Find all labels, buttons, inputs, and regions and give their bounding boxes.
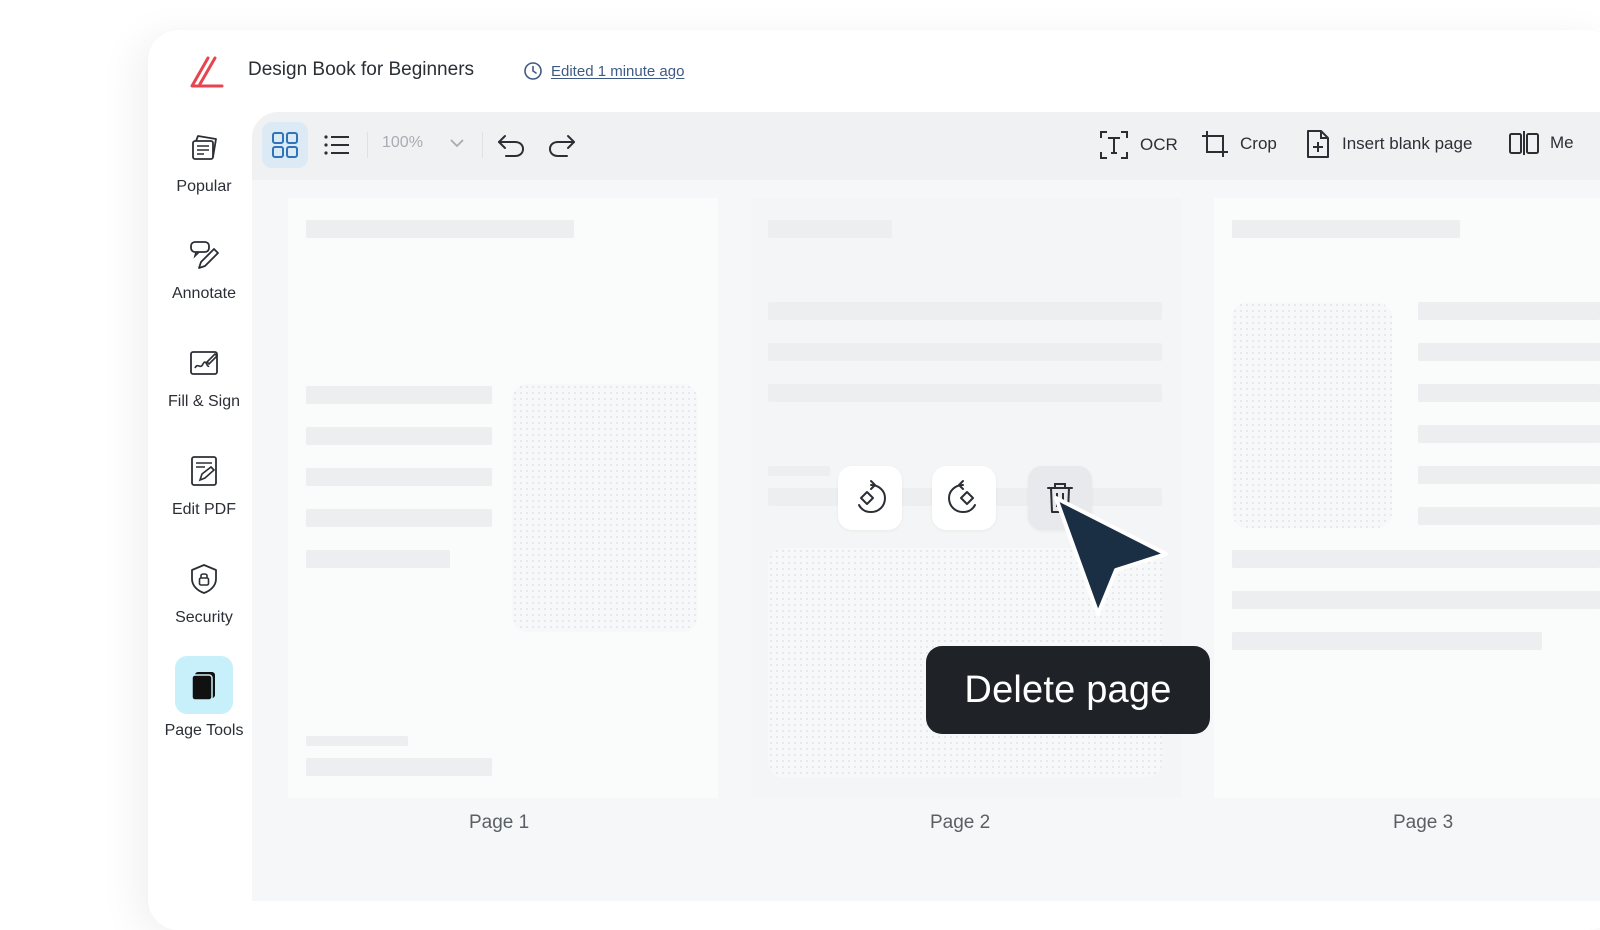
grid-view-button[interactable] xyxy=(262,122,308,168)
zoom-value: 100% xyxy=(382,134,423,151)
sidebar-item-label: Edit PDF xyxy=(171,501,236,518)
edited-link[interactable]: Edited 1 minute ago xyxy=(551,63,684,80)
toolbar-divider xyxy=(482,132,483,158)
popular-icon xyxy=(184,128,224,168)
fill-sign-icon xyxy=(184,343,224,383)
sidebar-item-security[interactable]: Security xyxy=(150,559,258,627)
toolbar-divider xyxy=(367,132,368,158)
merge-pages-icon xyxy=(1509,131,1539,155)
sidebar-item-page-tools[interactable]: Page Tools xyxy=(150,656,258,740)
sidebar-item-label: Popular xyxy=(176,178,232,195)
redo-button[interactable] xyxy=(543,126,581,164)
page-label: Page 1 xyxy=(469,812,530,833)
merge-button[interactable]: Me xyxy=(1508,129,1574,157)
page-label: Page 2 xyxy=(930,812,991,833)
sidebar-item-popular[interactable]: Popular xyxy=(150,128,258,196)
rotate-left-button[interactable] xyxy=(838,466,902,530)
undo-icon xyxy=(498,135,525,157)
sidebar-item-fill-sign[interactable]: Fill & Sign xyxy=(150,343,258,411)
edit-pdf-icon xyxy=(184,451,224,491)
clock-icon xyxy=(524,62,542,80)
zoom-select[interactable]: 100% xyxy=(382,134,465,152)
delete-page-tooltip: Delete page xyxy=(926,646,1210,734)
mouse-pointer-icon xyxy=(1054,496,1168,616)
document-title[interactable]: Design Book for Beginners xyxy=(248,59,474,81)
page-thumbnail[interactable] xyxy=(1214,198,1600,798)
sidebar-item-label: Annotate xyxy=(171,285,237,302)
shield-lock-icon xyxy=(184,559,224,599)
page-thumbnail[interactable] xyxy=(288,198,718,798)
list-view-button[interactable] xyxy=(318,126,356,164)
merge-label: Me xyxy=(1550,133,1574,152)
sidebar-item-label: Security xyxy=(175,609,233,626)
crop-button[interactable]: Crop xyxy=(1200,129,1277,159)
rotate-left-icon xyxy=(858,480,887,514)
page-tools-icon xyxy=(175,656,233,714)
redo-icon xyxy=(548,135,575,157)
ocr-label: OCR xyxy=(1140,135,1178,154)
list-view-icon xyxy=(324,135,349,155)
crop-label: Crop xyxy=(1240,134,1277,153)
edit-status[interactable]: Edited 1 minute ago xyxy=(523,61,684,81)
rotate-right-button[interactable] xyxy=(932,466,996,530)
sidebar-item-label: Page Tools xyxy=(164,722,244,739)
brand-logo-icon[interactable] xyxy=(186,52,226,92)
insert-page-icon xyxy=(1307,130,1329,158)
grid-view-icon xyxy=(272,132,298,158)
crop-icon xyxy=(1202,131,1228,157)
sidebar-item-label: Fill & Sign xyxy=(167,393,241,410)
insert-blank-page-button[interactable]: Insert blank page xyxy=(1304,129,1472,159)
sidebar-item-edit-pdf[interactable]: Edit PDF xyxy=(150,451,258,519)
rotate-right-icon xyxy=(947,480,976,514)
page-label: Page 3 xyxy=(1393,812,1454,833)
insert-blank-label: Insert blank page xyxy=(1342,134,1473,153)
chevron-down-icon xyxy=(450,139,464,148)
annotate-icon xyxy=(184,235,224,275)
sidebar-item-annotate[interactable]: Annotate xyxy=(150,235,258,303)
ocr-icon xyxy=(1100,131,1128,159)
undo-button[interactable] xyxy=(492,126,530,164)
ocr-button[interactable]: OCR xyxy=(1098,129,1178,161)
